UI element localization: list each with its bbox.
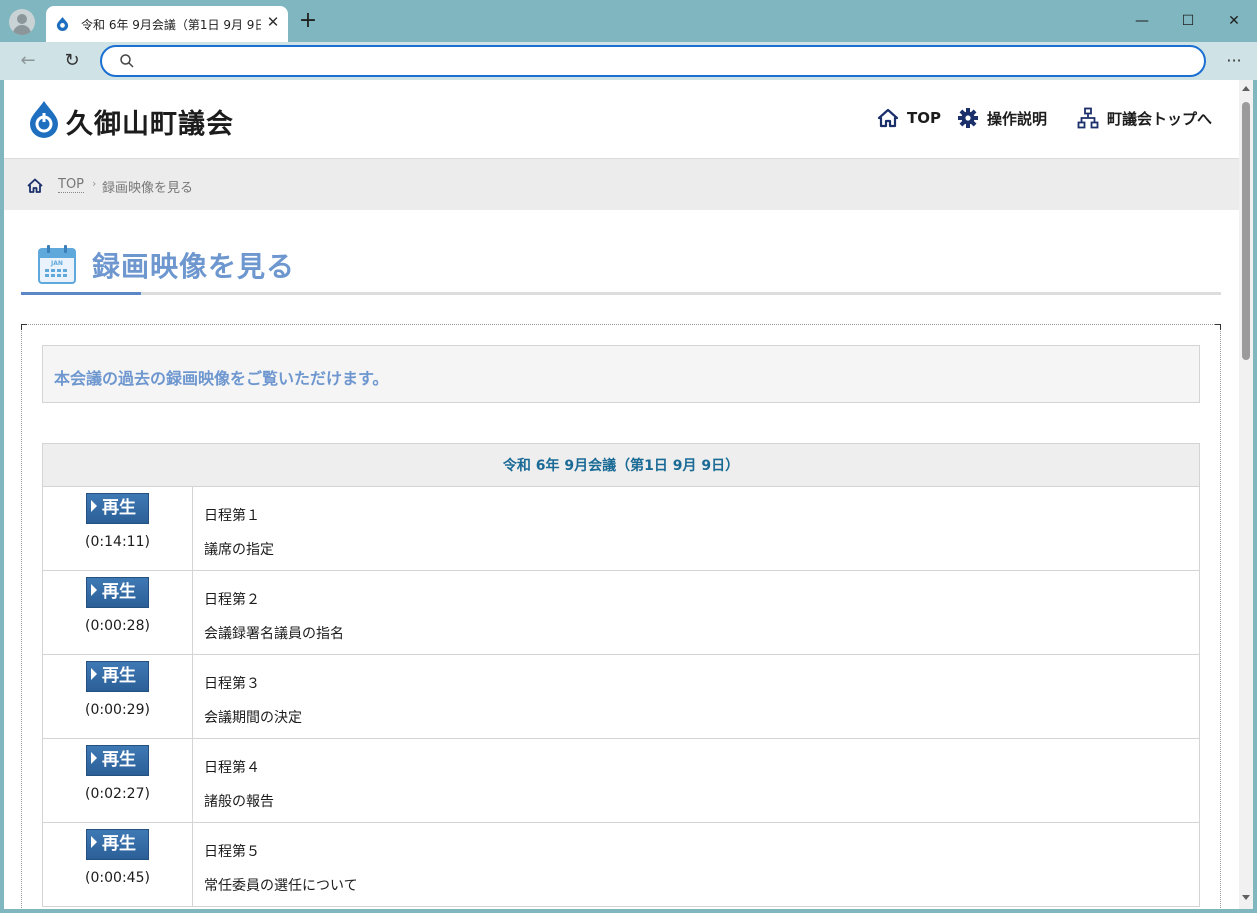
- calendar-icon: JAN: [38, 245, 76, 284]
- svg-text:JAN: JAN: [50, 260, 63, 267]
- notice-text: 本会議の過去の録画映像をご覧いただけます。: [54, 369, 389, 388]
- nav-council-label: 町議会トップへ: [1107, 109, 1213, 128]
- agenda-number: 日程第５: [204, 844, 260, 860]
- agenda-number: 日程第３: [204, 676, 260, 692]
- table-row: 再生 (0:02:27) 日程第４ 諸般の報告: [42, 738, 1200, 823]
- avatar-head: [17, 14, 27, 24]
- play-cell: 再生 (0:00:29): [42, 654, 193, 739]
- play-icon: [91, 584, 97, 596]
- search-icon: [120, 54, 134, 68]
- profile-avatar[interactable]: [9, 9, 35, 35]
- agenda-cell: 日程第５ 常任委員の選任について: [192, 822, 1200, 907]
- agenda-number: 日程第２: [204, 592, 260, 608]
- agenda-description: 常任委員の選任について: [204, 878, 358, 894]
- agenda-description: 会議録署名議員の指名: [204, 626, 344, 642]
- agenda-cell: 日程第３ 会議期間の決定: [192, 654, 1200, 739]
- maximize-button[interactable]: ☐: [1175, 8, 1201, 34]
- gear-icon: [958, 108, 978, 128]
- browser-toolbar: ← ↻ ···: [0, 42, 1257, 80]
- play-cell: 再生 (0:00:28): [42, 570, 193, 655]
- table-row: 再生 (0:00:45) 日程第５ 常任委員の選任について: [42, 822, 1200, 907]
- meeting-title: 令和 6年 9月会議（第1日 9月 9日）: [42, 443, 1200, 487]
- site-header: 久御山町議会 TOP 操作説明 町議会トップへ: [4, 80, 1239, 158]
- play-label: 再生: [102, 666, 136, 686]
- duration: (0:00:29): [85, 702, 150, 718]
- scroll-down-arrow-icon[interactable]: [1242, 895, 1250, 900]
- play-cell: 再生 (0:00:45): [42, 822, 193, 907]
- agenda-cell: 日程第１ 議席の指定: [192, 486, 1200, 571]
- page-title-block: JAN 録画映像を見る: [21, 240, 1221, 295]
- window-close-button[interactable]: ✕: [1221, 8, 1247, 34]
- browser-menu-button[interactable]: ···: [1221, 48, 1247, 74]
- agenda-number: 日程第１: [204, 508, 260, 524]
- avatar-body: [13, 25, 31, 35]
- play-button[interactable]: 再生: [86, 577, 149, 608]
- agenda-description: 会議期間の決定: [204, 710, 302, 726]
- scroll-up-arrow-icon[interactable]: [1242, 86, 1250, 91]
- table-row: 再生 (0:00:28) 日程第２ 会議録署名議員の指名: [42, 570, 1200, 655]
- nav-help-label: 操作説明: [987, 109, 1048, 128]
- tab-close-icon[interactable]: ✕: [264, 13, 282, 31]
- site-favicon-icon: [56, 16, 69, 31]
- title-accent-underline: [21, 292, 141, 295]
- play-button[interactable]: 再生: [86, 829, 149, 860]
- sitemap-icon: [1077, 107, 1099, 129]
- notice-box: 本会議の過去の録画映像をご覧いただけます。: [42, 345, 1200, 403]
- play-label: 再生: [102, 498, 136, 518]
- play-cell: 再生 (0:14:11): [42, 486, 193, 571]
- scrollbar-thumb[interactable]: [1242, 102, 1250, 360]
- breadcrumb-home-icon[interactable]: [27, 178, 43, 194]
- duration: (0:14:11): [85, 534, 150, 550]
- play-icon: [91, 752, 97, 764]
- play-icon: [91, 500, 97, 512]
- duration: (0:02:27): [85, 786, 150, 802]
- play-button[interactable]: 再生: [86, 745, 149, 776]
- back-button[interactable]: ←: [14, 48, 42, 74]
- duration: (0:00:45): [85, 870, 150, 886]
- agenda-cell: 日程第２ 会議録署名議員の指名: [192, 570, 1200, 655]
- recordings-table: 令和 6年 9月会議（第1日 9月 9日） 再生 (0:14:11) 日程第１ …: [42, 443, 1200, 907]
- address-input[interactable]: [146, 51, 1186, 71]
- agenda-description: 議席の指定: [204, 542, 274, 558]
- page-viewport: 久御山町議会 TOP 操作説明 町議会トップへ TOP › 録画映像を見る JA…: [4, 80, 1253, 909]
- play-button[interactable]: 再生: [86, 661, 149, 692]
- tab-title: 令和 6年 9月会議（第1日 9月 9日: [81, 18, 261, 32]
- frame-corner: [21, 324, 27, 330]
- nav-council-link[interactable]: 町議会トップへ: [1077, 106, 1212, 130]
- breadcrumb-separator: ›: [92, 177, 97, 190]
- home-icon: [877, 108, 899, 128]
- agenda-description: 諸般の報告: [204, 794, 274, 810]
- play-icon: [91, 668, 97, 680]
- page-title: 録画映像を見る: [92, 250, 296, 283]
- agenda-cell: 日程第４ 諸般の報告: [192, 738, 1200, 823]
- agenda-number: 日程第４: [204, 760, 260, 776]
- play-label: 再生: [102, 750, 136, 770]
- play-label: 再生: [102, 582, 136, 602]
- new-tab-button[interactable]: +: [296, 9, 320, 33]
- table-row: 再生 (0:00:29) 日程第３ 会議期間の決定: [42, 654, 1200, 739]
- frame-corner: [1215, 324, 1221, 330]
- play-icon: [91, 836, 97, 848]
- address-bar[interactable]: [100, 45, 1206, 77]
- breadcrumb-current: 録画映像を見る: [102, 181, 194, 196]
- table-row: 再生 (0:14:11) 日程第１ 議席の指定: [42, 486, 1200, 571]
- breadcrumb: TOP › 録画映像を見る: [4, 158, 1239, 210]
- town-logo-icon[interactable]: [28, 100, 60, 138]
- nav-help-link[interactable]: 操作説明: [957, 106, 1047, 130]
- site-name[interactable]: 久御山町議会: [66, 102, 234, 141]
- duration: (0:00:28): [85, 618, 150, 634]
- browser-tab[interactable]: 令和 6年 9月会議（第1日 9月 9日 ✕: [46, 6, 288, 42]
- page-scrollbar[interactable]: [1239, 80, 1253, 909]
- breadcrumb-top-link[interactable]: TOP: [58, 177, 85, 193]
- nav-top-label: TOP: [907, 109, 941, 127]
- play-label: 再生: [102, 834, 136, 854]
- minimize-button[interactable]: —: [1129, 8, 1155, 34]
- browser-titlebar: 令和 6年 9月会議（第1日 9月 9日 ✕ + — ☐ ✕: [0, 0, 1257, 42]
- play-button[interactable]: 再生: [86, 493, 149, 524]
- play-cell: 再生 (0:02:27): [42, 738, 193, 823]
- nav-top-link[interactable]: TOP: [877, 106, 941, 130]
- reload-button[interactable]: ↻: [58, 48, 86, 74]
